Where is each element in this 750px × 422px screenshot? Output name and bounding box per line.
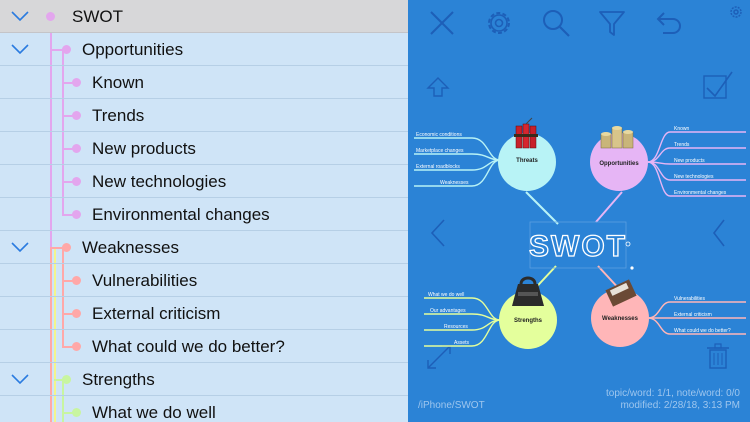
outline-row-vulnerabilities[interactable]: Vulnerabilities [0, 264, 408, 297]
node-dot [72, 408, 81, 417]
chevron-down-icon[interactable] [10, 373, 30, 385]
chevron-down-icon[interactable] [10, 241, 30, 253]
outline-row-label: What we do well [92, 403, 216, 422]
outline-panel: SWOT Opportunities Known Trends New prod… [0, 0, 408, 422]
outline-row-label: Known [92, 73, 144, 92]
node-dot [62, 243, 71, 252]
center-topic[interactable]: SWOT [528, 221, 634, 270]
topic-label-opportunities: Opportunities [599, 161, 639, 167]
coins-icon [600, 126, 634, 149]
outline-row-label: Strengths [82, 370, 155, 389]
outline-row-label: New technologies [92, 172, 227, 191]
outline-row-opportunities[interactable]: Opportunities [0, 33, 408, 66]
outline-row-label: External criticism [92, 304, 221, 323]
outline-row-swot[interactable]: SWOT [0, 0, 408, 33]
node-dot [72, 144, 81, 153]
checkbox-icon[interactable] [703, 71, 733, 99]
document-path: /iPhone/SWOT [418, 400, 485, 411]
outline-row-label: SWOT [72, 7, 123, 26]
resize-handle[interactable] [630, 266, 634, 270]
node-dot [62, 45, 71, 54]
mind-map-canvas[interactable]: Threats Opportunities Strengths Weakness… [408, 0, 750, 422]
outline-row-label: Weaknesses [82, 238, 180, 257]
branch-label[interactable]: Weaknesses [440, 180, 469, 186]
node-dot [72, 111, 81, 120]
trash-icon[interactable] [707, 343, 729, 369]
outline-row-environmental-changes[interactable]: Environmental changes [0, 198, 408, 231]
expand-icon[interactable] [427, 345, 451, 369]
outline-row-label: New products [92, 139, 196, 158]
chevron-down-icon[interactable] [10, 10, 30, 22]
connector-threats [525, 191, 559, 225]
topic-label-strengths: Strengths [514, 318, 543, 324]
node-dot [72, 210, 81, 219]
branch-label[interactable]: Economic conditions [416, 132, 462, 138]
mind-map-panel[interactable]: Threats Opportunities Strengths Weakness… [408, 0, 750, 422]
branch-label[interactable]: Environmental changes [674, 190, 727, 196]
branch-label[interactable]: Resources [444, 324, 468, 330]
branch-label[interactable]: Vulnerabilities [674, 296, 705, 302]
threats-branches [414, 137, 501, 187]
branch-label[interactable]: Assets [454, 340, 470, 346]
branch-label[interactable]: External roadblocks [416, 164, 460, 170]
outline-row-strengths[interactable]: Strengths [0, 363, 408, 396]
outline-row-label: Trends [92, 106, 145, 125]
opportunities-branches [647, 131, 746, 197]
weight-icon [512, 276, 544, 306]
node-dot [62, 375, 71, 384]
branch-label[interactable]: New products [674, 158, 705, 164]
outline-row-label: Environmental changes [92, 205, 270, 224]
topic-label-threats: Threats [516, 158, 538, 164]
node-dot [72, 309, 81, 318]
node-dot [72, 342, 81, 351]
topic-label-weaknesses: Weaknesses [602, 316, 639, 322]
scroll-up-icon[interactable] [426, 77, 450, 97]
node-dot [46, 12, 55, 21]
outline-row-label: What could we do better? [92, 337, 285, 356]
node-dot [72, 177, 81, 186]
strengths-branches [424, 297, 501, 347]
chevron-left-icon[interactable] [430, 219, 445, 247]
outline-row-what-could-we-do-better[interactable]: What could we do better? [0, 330, 408, 363]
status-modified: modified: 2/28/18, 3:13 PM [620, 400, 740, 411]
chevron-down-icon[interactable] [10, 43, 30, 55]
outline-row-new-products[interactable]: New products [0, 132, 408, 165]
outline-row-known[interactable]: Known [0, 66, 408, 99]
center-topic-label: SWOT [529, 230, 627, 263]
branch-label[interactable]: New technologies [674, 174, 714, 180]
branch-label[interactable]: Our advantages [430, 308, 466, 314]
branch-label[interactable]: Known [674, 126, 690, 132]
node-dot [72, 276, 81, 285]
branch-label[interactable]: Trends [674, 142, 690, 148]
node-dot [72, 78, 81, 87]
chevron-right-icon[interactable] [712, 219, 725, 247]
branch-label[interactable]: What could we do better? [674, 328, 731, 334]
outline-row-external-criticism[interactable]: External criticism [0, 297, 408, 330]
status-topic-count: topic/word: 1/1, note/word: 0/0 [606, 388, 740, 399]
connector-opportunities [595, 191, 623, 223]
branch-label[interactable]: What we do well [428, 292, 464, 298]
outline-row-label: Vulnerabilities [92, 271, 198, 290]
outline-row-label: Opportunities [82, 40, 184, 59]
outline-row-new-technologies[interactable]: New technologies [0, 165, 408, 198]
outline-row-what-we-do-well[interactable]: What we do well [0, 396, 408, 422]
outline-row-weaknesses[interactable]: Weaknesses [0, 231, 408, 264]
branch-label[interactable]: Marketplace changes [416, 148, 464, 154]
branch-label[interactable]: External criticism [674, 312, 712, 318]
dynamite-icon [514, 117, 538, 149]
outline-row-trends[interactable]: Trends [0, 99, 408, 132]
